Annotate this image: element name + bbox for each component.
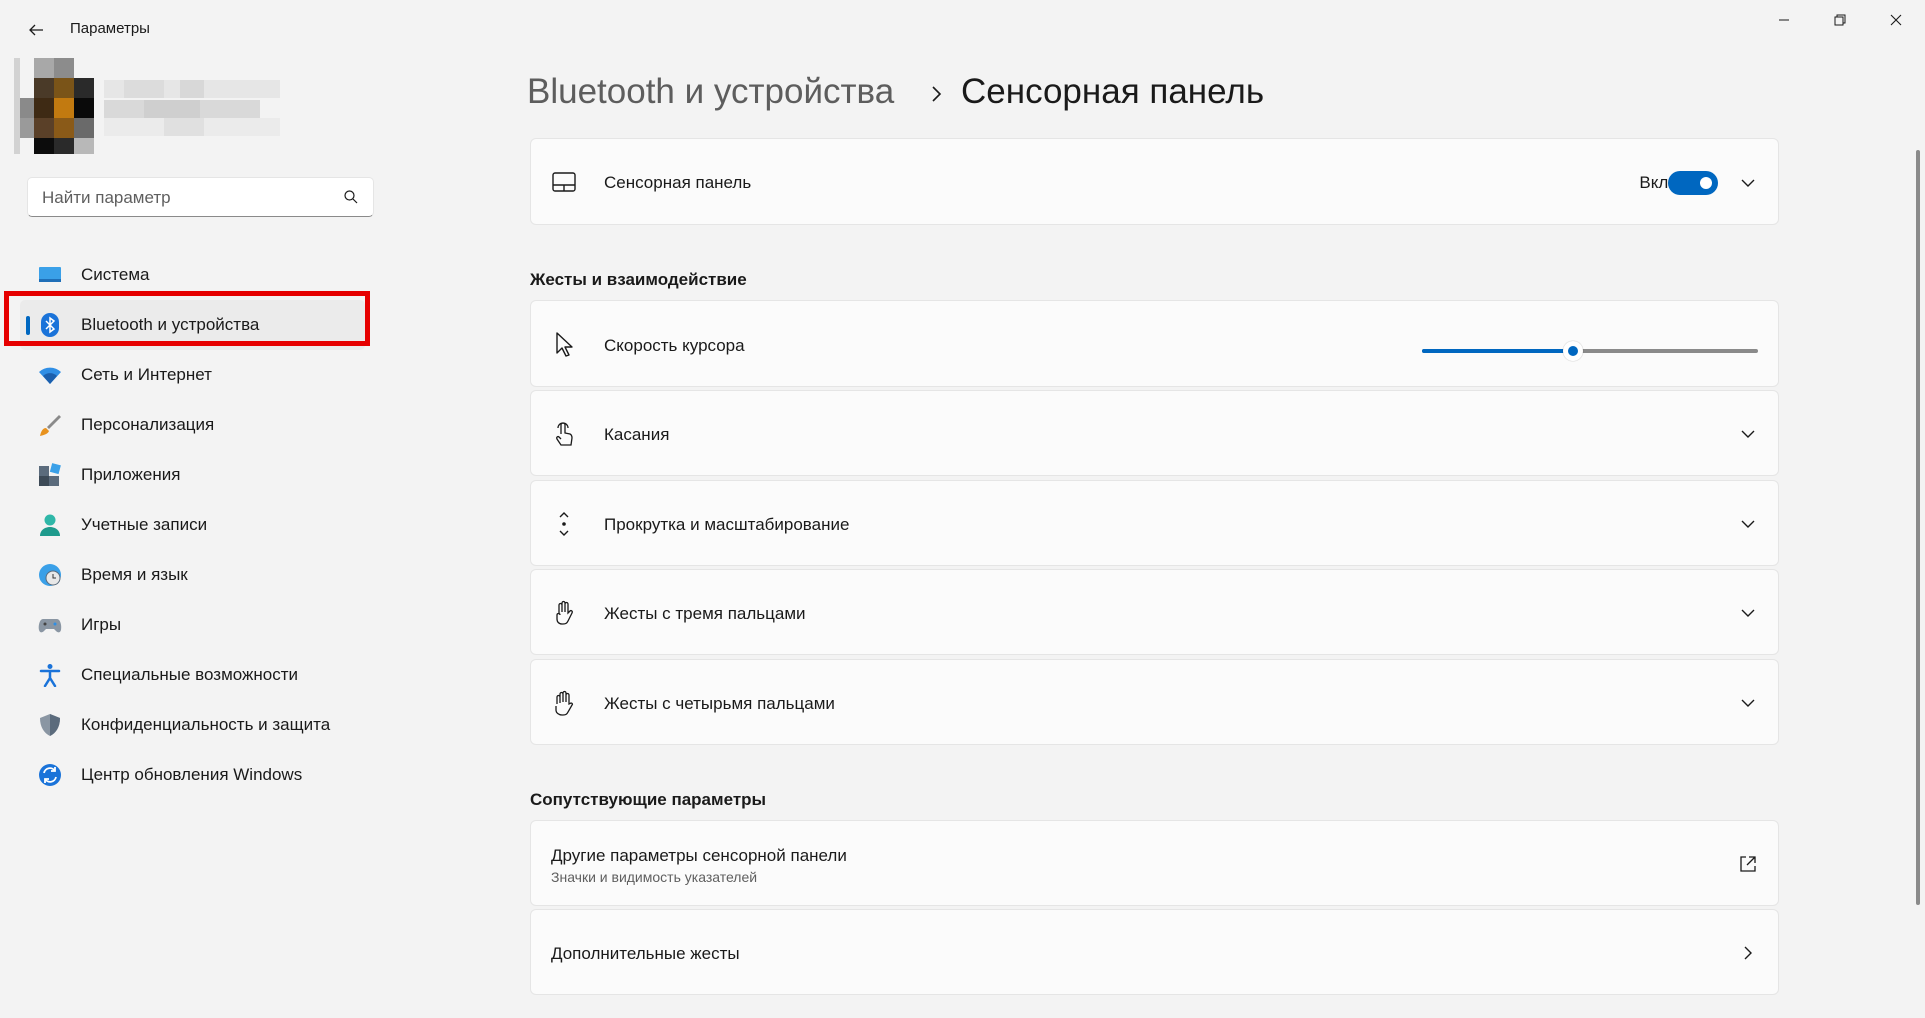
cursor-icon: [551, 331, 577, 357]
page-title: Сенсорная панель: [961, 72, 1265, 111]
wifi-icon: [38, 363, 62, 387]
minimize-icon: [1779, 19, 1789, 21]
slider-thumb[interactable]: [1563, 341, 1583, 361]
related-item-additional-gestures[interactable]: Дополнительные жесты: [530, 909, 1779, 995]
sidebar-item-windows-update[interactable]: Центр обновления Windows: [20, 750, 365, 800]
cursor-speed-slider[interactable]: [1422, 341, 1758, 361]
shield-icon: [38, 713, 62, 737]
apps-icon: [38, 463, 62, 487]
gesture-item-three-finger[interactable]: Жесты с тремя пальцами: [530, 569, 1779, 655]
sidebar-item-personalization[interactable]: Персонализация: [20, 400, 365, 450]
gesture-item-four-finger[interactable]: Жесты с четырьмя пальцами: [530, 659, 1779, 745]
sidebar-item-privacy[interactable]: Конфиденциальность и защита: [20, 700, 365, 750]
minimize-button[interactable]: [1756, 0, 1812, 40]
touchpad-toggle[interactable]: [1668, 171, 1718, 195]
sidebar-item-accessibility[interactable]: Специальные возможности: [20, 650, 365, 700]
account-icon: [38, 513, 62, 537]
sidebar-item-network[interactable]: Сеть и Интернет: [20, 350, 365, 400]
globe-clock-icon: [38, 563, 62, 587]
highlight-annotation: [4, 291, 370, 346]
tap-icon: [551, 421, 577, 447]
system-icon: [38, 263, 62, 287]
chevron-down-icon[interactable]: [1738, 514, 1758, 534]
gesture-item-scroll-zoom[interactable]: Прокрутка и масштабирование: [530, 480, 1779, 566]
section-title-gestures: Жесты и взаимодействие: [530, 270, 747, 289]
related-item-more-touchpad-settings[interactable]: Другие параметры сенсорной панели Значки…: [530, 820, 1779, 906]
arrow-left-icon: [29, 24, 43, 36]
chevron-down-icon[interactable]: [1738, 693, 1758, 713]
gamepad-icon: [38, 613, 62, 637]
chevron-down-icon[interactable]: [1738, 173, 1758, 193]
toggle-knob: [1700, 177, 1712, 189]
app-title: Параметры: [70, 20, 150, 37]
breadcrumb-parent[interactable]: Bluetooth и устройства: [527, 72, 894, 112]
search-icon[interactable]: [343, 189, 359, 205]
cursor-speed-card: Скорость курсора: [530, 300, 1779, 387]
section-title-related: Сопутствующие параметры: [530, 790, 767, 809]
close-button[interactable]: [1868, 0, 1924, 40]
three-finger-icon: [551, 600, 577, 626]
touchpad-card[interactable]: Сенсорная панель Вкл.: [530, 138, 1779, 225]
restore-icon: [1834, 14, 1846, 26]
back-button[interactable]: [20, 14, 52, 46]
external-link-icon[interactable]: [1738, 854, 1758, 874]
cursor-speed-label: Скорость курсора: [604, 336, 745, 355]
title-bar: Параметры: [0, 0, 1925, 60]
update-icon: [38, 763, 62, 787]
chevron-right-icon[interactable]: [1738, 943, 1758, 963]
sidebar-item-gaming[interactable]: Игры: [20, 600, 365, 650]
accessibility-icon: [38, 663, 62, 687]
touchpad-label: Сенсорная панель: [604, 173, 752, 192]
chevron-down-icon[interactable]: [1738, 603, 1758, 623]
slider-fill: [1422, 349, 1573, 353]
sidebar-item-apps[interactable]: Приложения: [20, 450, 365, 500]
touchpad-icon: [551, 169, 577, 195]
sidebar-item-accounts[interactable]: Учетные записи: [20, 500, 365, 550]
account-name-redacted: [104, 80, 280, 136]
chevron-right-icon: [932, 86, 942, 102]
restore-button[interactable]: [1812, 0, 1868, 40]
brush-icon: [38, 413, 62, 437]
search-box[interactable]: [27, 177, 374, 217]
close-icon: [1890, 14, 1902, 26]
avatar[interactable]: [14, 58, 100, 154]
scrollbar[interactable]: [1916, 150, 1920, 905]
gesture-item-taps[interactable]: Касания: [530, 390, 1779, 476]
sidebar-item-time-language[interactable]: Время и язык: [20, 550, 365, 600]
scroll-zoom-icon: [551, 511, 577, 537]
four-finger-icon: [551, 690, 577, 716]
chevron-down-icon[interactable]: [1738, 424, 1758, 444]
search-input[interactable]: [40, 187, 334, 209]
